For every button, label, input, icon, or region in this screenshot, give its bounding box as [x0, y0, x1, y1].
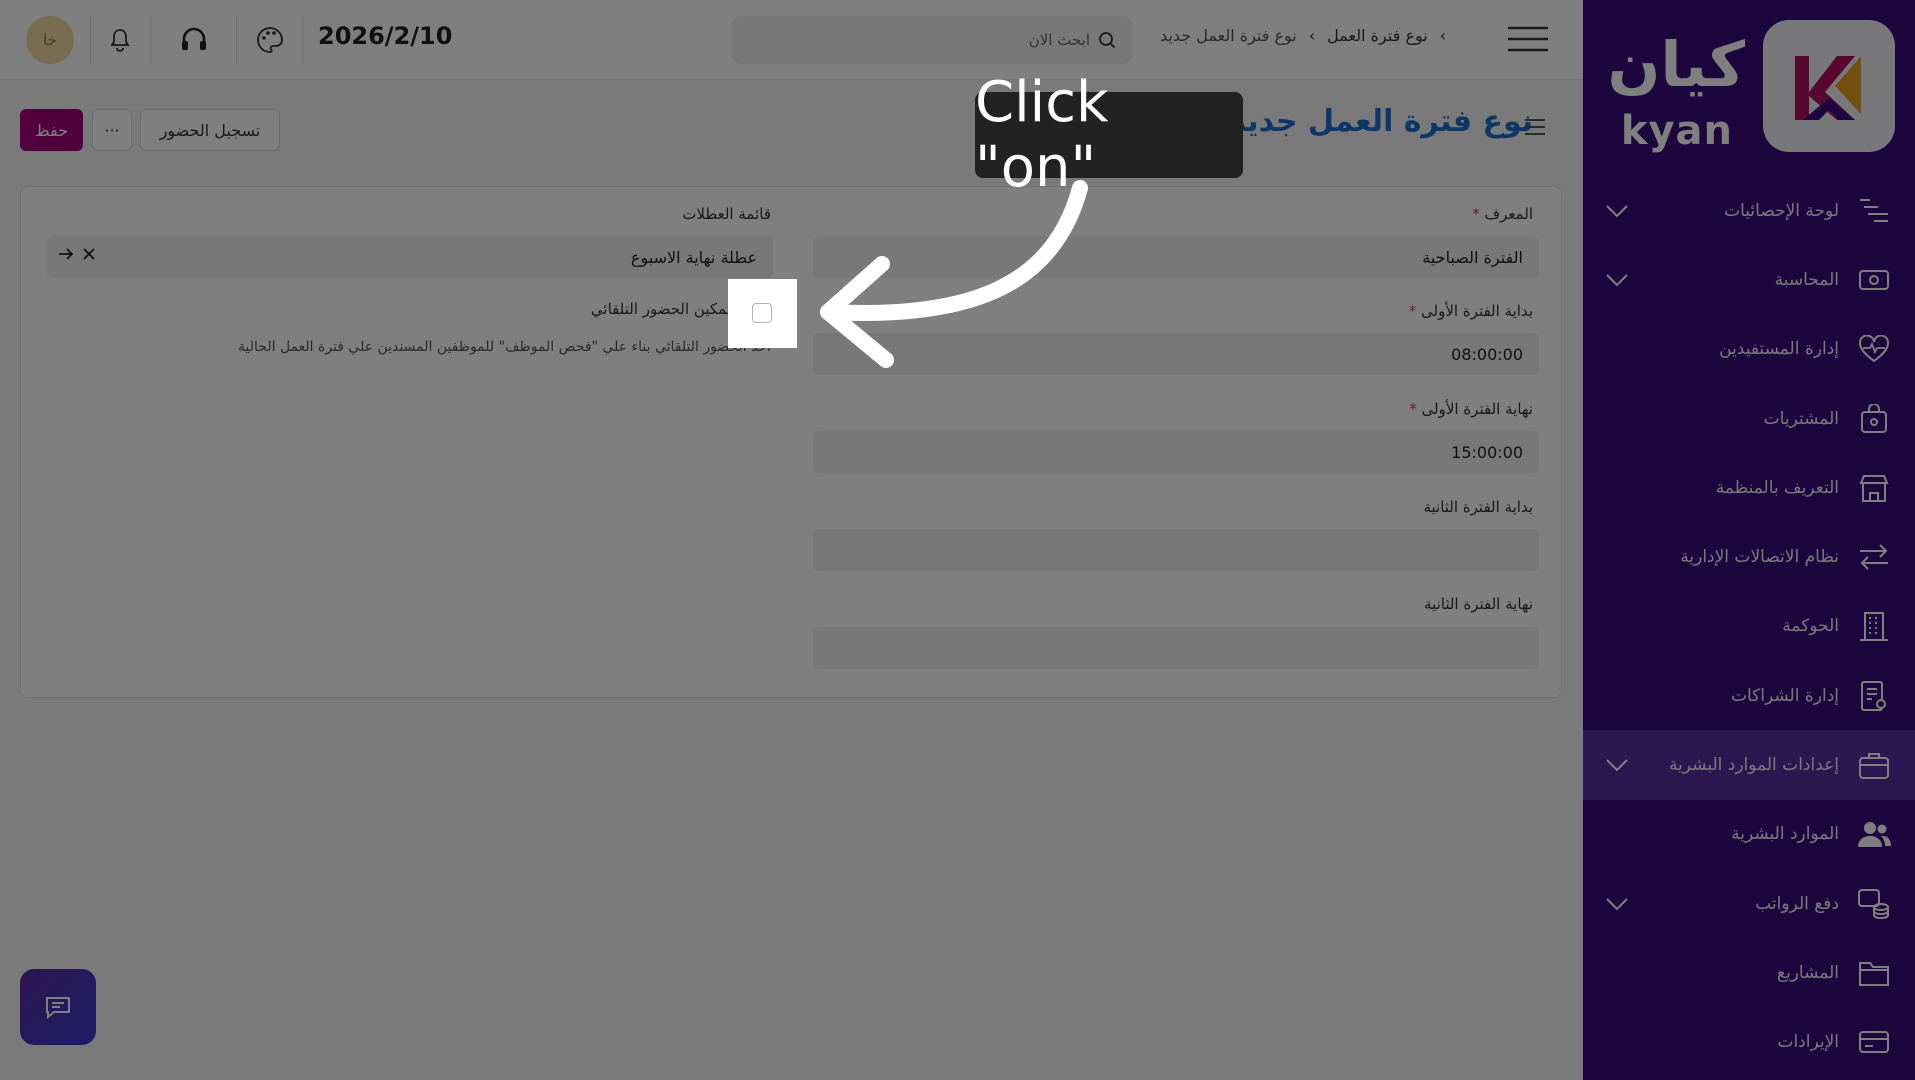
highlighted-checkbox[interactable]: [752, 303, 772, 323]
pointer-arrow-icon: [820, 180, 1088, 368]
tooltip: Click "on": [975, 70, 1243, 200]
app-root: خا 2026/2/10 ابحث الان › نوع فترة العمل …: [0, 0, 1915, 1080]
overlay-dim: [0, 0, 1915, 1080]
highlight-spot[interactable]: [728, 279, 797, 348]
